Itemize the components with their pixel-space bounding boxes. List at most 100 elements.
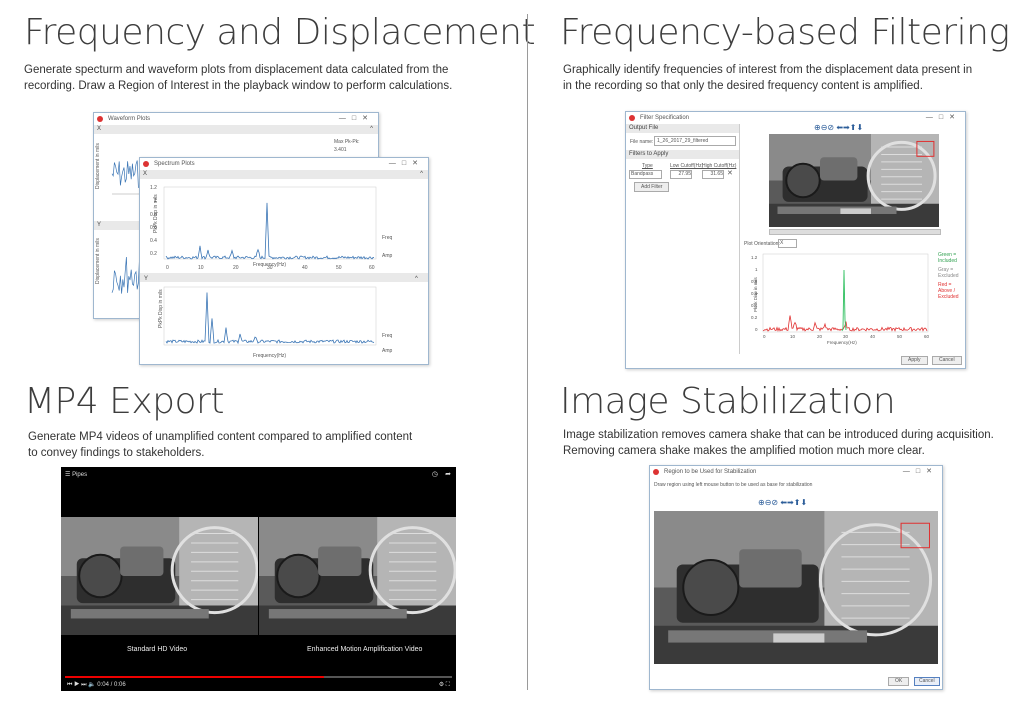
desc-line-1: Image stabilization removes camera shake… xyxy=(563,429,994,441)
svg-text:60: 60 xyxy=(369,265,375,271)
orientation-select[interactable]: X xyxy=(778,239,797,248)
section-x[interactable]: X ^ xyxy=(94,125,378,134)
apply-button[interactable]: Apply xyxy=(901,356,928,365)
svg-text:Frequency(Hz): Frequency(Hz) xyxy=(253,262,286,268)
svg-text:Frequency(Hz): Frequency(Hz) xyxy=(253,353,286,359)
svg-text:Y: Y xyxy=(144,276,148,282)
type-select[interactable]: Bandpass xyxy=(629,170,662,179)
title-mp4-export: MP4 Export xyxy=(24,381,224,422)
file-name-input[interactable]: 1_26_2017_29_filtered xyxy=(654,136,736,146)
svg-text:PkPk Disp in mils: PkPk Disp in mils xyxy=(753,276,758,312)
svg-text:Displacement in mils: Displacement in mils xyxy=(95,143,101,189)
high-cutoff-input[interactable]: 31.65 xyxy=(702,170,724,179)
amplified-video-caption: Enhanced Motion Amplification Video xyxy=(307,646,423,653)
svg-text:20: 20 xyxy=(233,265,239,271)
desc-line-2: in the recording so that only the desire… xyxy=(563,80,923,92)
panel-separator xyxy=(739,124,740,354)
file-name-label: File name: xyxy=(630,139,654,145)
svg-text:1.2: 1.2 xyxy=(751,255,758,260)
legend-red: Red = Above / Excluded xyxy=(938,282,959,300)
playback-slider[interactable] xyxy=(769,229,941,235)
quadrant-divider xyxy=(527,14,528,690)
svg-text:0.2: 0.2 xyxy=(751,315,758,320)
window-title: Spectrum Plots xyxy=(154,161,195,167)
svg-text:0: 0 xyxy=(755,327,758,332)
svg-text:Displacement in mils: Displacement in mils xyxy=(95,238,101,284)
instruction-text: Draw region using left mouse button to b… xyxy=(654,482,813,488)
window-controls[interactable]: —□✕ xyxy=(339,113,374,125)
section-x[interactable]: X ^ xyxy=(140,170,428,179)
svg-text:50: 50 xyxy=(336,265,342,271)
output-file-section: Output File xyxy=(626,124,739,133)
desc-line-2: to convey findings to stakeholders. xyxy=(28,447,205,459)
chevron-up-icon[interactable]: ^ xyxy=(370,125,373,134)
clock-icon[interactable]: ◷ xyxy=(432,470,438,478)
cancel-button[interactable]: Cancel xyxy=(932,356,962,365)
peak-value: 3.401 xyxy=(334,147,347,153)
cancel-button[interactable]: Cancel xyxy=(914,677,940,686)
filter-specification-window[interactable]: Filter Specification —□✕ Output File File… xyxy=(625,111,966,369)
app-icon xyxy=(629,115,635,121)
zoom-toolbar[interactable]: ⊕⊖⊘ ⬅➡⬆⬇ xyxy=(814,123,863,132)
title-frequency-displacement: Frequency and Displacement xyxy=(24,12,536,53)
svg-text:50: 50 xyxy=(897,334,903,339)
chevron-up-icon[interactable]: ^ xyxy=(420,170,423,179)
svg-text:PkPk Disp in mils: PkPk Disp in mils xyxy=(158,289,164,328)
player-controls[interactable]: ⏮ ▶ ⏭ 🔈 0:04 / 0:06 xyxy=(67,681,126,689)
svg-text:40: 40 xyxy=(870,334,876,339)
low-cutoff-input[interactable]: 27.95 xyxy=(670,170,692,179)
progress-bar[interactable] xyxy=(65,676,452,678)
svg-text:0: 0 xyxy=(763,334,766,339)
svg-text:0: 0 xyxy=(166,265,169,271)
desc-line-1: Generate specturm and waveform plots fro… xyxy=(24,64,449,76)
share-icon[interactable]: ➦ xyxy=(445,470,451,478)
freq-label: Freq xyxy=(382,235,393,241)
remove-filter-icon[interactable]: ✕ xyxy=(727,169,733,177)
legend-gray: Gray = Excluded xyxy=(938,267,959,279)
machine-image[interactable] xyxy=(769,134,939,227)
spectrum-plot: 1.210.80.60.40.2 0 10 20 30 40 50 60 Frequency… xyxy=(140,185,428,359)
svg-text:20: 20 xyxy=(817,334,823,339)
svg-text:1: 1 xyxy=(755,267,758,272)
desc-image-stabilization: Image stabilization removes camera shake… xyxy=(563,427,1018,459)
add-filter-button[interactable]: Add Filter xyxy=(634,182,670,192)
svg-text:1.2: 1.2 xyxy=(150,185,157,191)
filters-section: Filters to Apply xyxy=(626,150,739,159)
stabilization-image[interactable] xyxy=(654,511,938,664)
svg-text:Freq: Freq xyxy=(382,333,393,339)
svg-text:PkPk Disp in mils: PkPk Disp in mils xyxy=(153,194,159,233)
player-right-controls[interactable]: ⚙ ⛶ xyxy=(439,681,450,689)
standard-video-frame xyxy=(61,517,258,635)
list-icon: ☰ xyxy=(65,472,71,478)
col-low: Low Cutoff(Hz) xyxy=(670,163,704,169)
app-icon xyxy=(97,116,103,122)
window-title: Waveform Plots xyxy=(108,116,151,122)
peak-label: Max Pk-Pk: xyxy=(334,139,360,145)
time-display: 0:04 / 0:06 xyxy=(97,682,126,688)
window-controls[interactable]: —□✕ xyxy=(926,112,961,124)
desc-frequency-displacement: Generate specturm and waveform plots fro… xyxy=(24,62,504,94)
desc-mp4-export: Generate MP4 videos of unamplified conte… xyxy=(28,429,488,461)
zoom-toolbar[interactable]: ⊕⊖⊘ ⬅➡⬆⬇ xyxy=(758,498,807,507)
window-controls[interactable]: —□✕ xyxy=(903,466,938,478)
window-title: Filter Specification xyxy=(640,115,690,121)
svg-text:10: 10 xyxy=(790,334,796,339)
video-title: ☰ Pipes xyxy=(65,472,88,478)
ok-button[interactable]: OK xyxy=(888,677,910,686)
app-icon xyxy=(143,161,149,167)
desc-line-1: Generate MP4 videos of unamplified conte… xyxy=(28,431,413,443)
stabilization-region-window[interactable]: Region to be Used for Stabilization —□✕ D… xyxy=(649,465,943,690)
window-controls[interactable]: —□✕ xyxy=(389,158,424,170)
title-frequency-filtering: Frequency-based Filtering xyxy=(560,12,1010,53)
desc-frequency-filtering: Graphically identify frequencies of inte… xyxy=(563,62,1013,94)
progress-fill xyxy=(65,676,325,678)
app-icon xyxy=(653,469,659,475)
plot-orientation-label: Plot Orientation: xyxy=(744,241,780,247)
spectrum-plots-window[interactable]: Spectrum Plots —□✕ X ^ 1.2 1 0.8 0.6 0.4 0.2 01… xyxy=(139,157,429,365)
standard-video-caption: Standard HD Video xyxy=(127,646,188,653)
svg-text:60: 60 xyxy=(924,334,930,339)
svg-text:^: ^ xyxy=(415,276,418,282)
svg-text:40: 40 xyxy=(302,265,308,271)
svg-text:0.2: 0.2 xyxy=(150,251,157,257)
video-player[interactable]: ☰ Pipes ◷ ➦ Standard HD Video Enhanced M… xyxy=(61,467,456,691)
